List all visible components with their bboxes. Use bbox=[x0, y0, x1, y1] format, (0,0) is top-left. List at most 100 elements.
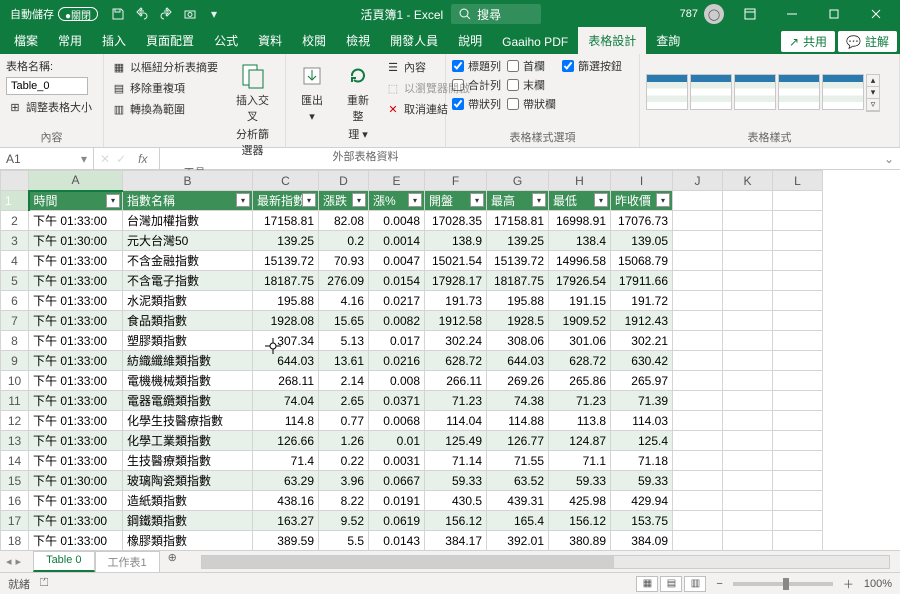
table-cell[interactable]: 化學工業類指數 bbox=[123, 431, 253, 451]
table-cell[interactable]: 0.2 bbox=[319, 231, 369, 251]
table-cell[interactable]: 18187.75 bbox=[253, 271, 319, 291]
confirm-formula-icon[interactable]: ✓ bbox=[116, 152, 126, 166]
table-cell[interactable]: 下午 01:30:00 bbox=[29, 231, 123, 251]
table-cell[interactable]: 195.88 bbox=[253, 291, 319, 311]
expand-formula-icon[interactable]: ⌄ bbox=[878, 152, 900, 166]
table-cell[interactable]: 163.27 bbox=[253, 511, 319, 531]
table-cell[interactable]: 191.73 bbox=[425, 291, 487, 311]
table-cell[interactable]: 138.4 bbox=[549, 231, 611, 251]
table-cell[interactable]: 59.33 bbox=[425, 471, 487, 491]
table-header-cell[interactable]: 最低▾ bbox=[549, 191, 611, 211]
table-cell[interactable]: 17076.73 bbox=[611, 211, 673, 231]
table-cell[interactable]: 126.66 bbox=[253, 431, 319, 451]
filter-icon[interactable]: ▾ bbox=[352, 193, 366, 207]
filter-icon[interactable]: ▾ bbox=[470, 193, 484, 207]
table-cell[interactable]: 125.49 bbox=[425, 431, 487, 451]
table-cell[interactable]: 195.88 bbox=[487, 291, 549, 311]
sheet-prev-icon[interactable]: ◂ bbox=[6, 555, 12, 568]
table-cell[interactable]: 16998.91 bbox=[549, 211, 611, 231]
table-cell[interactable]: 造紙類指數 bbox=[123, 491, 253, 511]
tab-view[interactable]: 檢視 bbox=[336, 27, 380, 54]
export-button[interactable]: 匯出▾ bbox=[292, 58, 332, 127]
table-cell[interactable]: 下午 01:33:00 bbox=[29, 211, 123, 231]
table-header-cell[interactable]: 漲%▾ bbox=[369, 191, 425, 211]
spreadsheet-grid[interactable]: ABCDEFGHIJKL1時間▾指數名稱▾最新指數▾漲跌▾漲%▾開盤▾最高▾最低… bbox=[0, 170, 900, 550]
table-cell[interactable]: 化學生技醫療指數 bbox=[123, 411, 253, 431]
table-header-cell[interactable]: 漲跌▾ bbox=[319, 191, 369, 211]
table-cell[interactable]: 268.11 bbox=[253, 371, 319, 391]
last-col-checkbox[interactable]: 末欄 bbox=[507, 77, 556, 93]
table-cell[interactable]: 下午 01:33:00 bbox=[29, 351, 123, 371]
table-cell[interactable]: 74.38 bbox=[487, 391, 549, 411]
table-cell[interactable]: 59.33 bbox=[611, 471, 673, 491]
table-cell[interactable]: 玻璃陶瓷類指數 bbox=[123, 471, 253, 491]
table-cell[interactable]: 71.1 bbox=[549, 451, 611, 471]
insert-slicer-button[interactable]: 插入交叉分析篩選器 bbox=[226, 58, 279, 162]
camera-icon[interactable] bbox=[182, 6, 198, 22]
table-header-cell[interactable]: 最新指數▾ bbox=[253, 191, 319, 211]
tab-help[interactable]: 說明 bbox=[448, 27, 492, 54]
table-cell[interactable]: 0.017 bbox=[369, 331, 425, 351]
banded-cols-checkbox[interactable]: 帶狀欄 bbox=[507, 96, 556, 112]
table-cell[interactable]: 302.24 bbox=[425, 331, 487, 351]
table-cell[interactable]: 17158.81 bbox=[253, 211, 319, 231]
share-button[interactable]: ↗ 共用 bbox=[781, 31, 835, 52]
table-cell[interactable]: 15.65 bbox=[319, 311, 369, 331]
zoom-slider[interactable] bbox=[733, 582, 833, 586]
table-cell[interactable]: 59.33 bbox=[549, 471, 611, 491]
maximize-icon[interactable] bbox=[814, 0, 854, 28]
table-header-cell[interactable]: 時間▾ bbox=[29, 191, 123, 211]
table-cell[interactable]: 1912.43 bbox=[611, 311, 673, 331]
tab-tabledesign[interactable]: 表格設計 bbox=[578, 27, 646, 54]
table-cell[interactable]: 113.8 bbox=[549, 411, 611, 431]
table-cell[interactable]: 1.26 bbox=[319, 431, 369, 451]
table-cell[interactable]: 電器電纜類指數 bbox=[123, 391, 253, 411]
table-cell[interactable]: 114.88 bbox=[487, 411, 549, 431]
table-cell[interactable]: 台灣加權指數 bbox=[123, 211, 253, 231]
filter-icon[interactable]: ▾ bbox=[236, 193, 250, 207]
filter-icon[interactable]: ▾ bbox=[408, 193, 422, 207]
table-cell[interactable]: 下午 01:33:00 bbox=[29, 251, 123, 271]
table-cell[interactable]: 114.8 bbox=[253, 411, 319, 431]
table-cell[interactable]: 644.03 bbox=[487, 351, 549, 371]
sheet-tab-0[interactable]: Table 0 bbox=[33, 551, 94, 572]
close-icon[interactable] bbox=[856, 0, 896, 28]
table-cell[interactable]: 1928.08 bbox=[253, 311, 319, 331]
table-cell[interactable]: 下午 01:33:00 bbox=[29, 291, 123, 311]
table-cell[interactable]: 14996.58 bbox=[549, 251, 611, 271]
table-cell[interactable]: 15021.54 bbox=[425, 251, 487, 271]
table-cell[interactable]: 165.4 bbox=[487, 511, 549, 531]
table-cell[interactable]: 156.12 bbox=[425, 511, 487, 531]
tab-review[interactable]: 校閱 bbox=[292, 27, 336, 54]
table-cell[interactable]: 384.17 bbox=[425, 531, 487, 551]
table-cell[interactable]: 食品類指數 bbox=[123, 311, 253, 331]
table-cell[interactable]: 71.39 bbox=[611, 391, 673, 411]
cancel-formula-icon[interactable]: ✕ bbox=[100, 152, 110, 166]
first-col-checkbox[interactable]: 首欄 bbox=[507, 58, 556, 74]
ribbon-display-icon[interactable] bbox=[730, 0, 770, 28]
table-cell[interactable]: 156.12 bbox=[549, 511, 611, 531]
table-cell[interactable]: 塑膠類指數 bbox=[123, 331, 253, 351]
table-cell[interactable]: 不含金融指數 bbox=[123, 251, 253, 271]
table-cell[interactable]: 63.52 bbox=[487, 471, 549, 491]
table-cell[interactable]: 71.4 bbox=[253, 451, 319, 471]
autosave-toggle[interactable]: 自動儲存 ●關閉 bbox=[4, 6, 104, 22]
table-cell[interactable]: 0.0619 bbox=[369, 511, 425, 531]
table-cell[interactable]: 下午 01:33:00 bbox=[29, 511, 123, 531]
table-cell[interactable]: 191.72 bbox=[611, 291, 673, 311]
refresh-button[interactable]: 重新整理 ▾ bbox=[338, 58, 378, 146]
tab-file[interactable]: 檔案 bbox=[4, 27, 48, 54]
tab-formulas[interactable]: 公式 bbox=[204, 27, 248, 54]
table-cell[interactable]: 下午 01:30:00 bbox=[29, 471, 123, 491]
table-cell[interactable]: 下午 01:33:00 bbox=[29, 431, 123, 451]
table-cell[interactable]: 0.0048 bbox=[369, 211, 425, 231]
tab-query[interactable]: 查詢 bbox=[646, 27, 690, 54]
save-icon[interactable] bbox=[110, 6, 126, 22]
table-cell[interactable]: 17911.66 bbox=[611, 271, 673, 291]
tab-insert[interactable]: 插入 bbox=[92, 27, 136, 54]
gallery-more-icon[interactable]: ▴▾▿ bbox=[866, 74, 880, 112]
table-cell[interactable]: 384.09 bbox=[611, 531, 673, 551]
name-box[interactable]: A1▾ bbox=[0, 148, 94, 169]
horizontal-scrollbar[interactable] bbox=[201, 555, 890, 569]
table-cell[interactable]: 15139.72 bbox=[253, 251, 319, 271]
